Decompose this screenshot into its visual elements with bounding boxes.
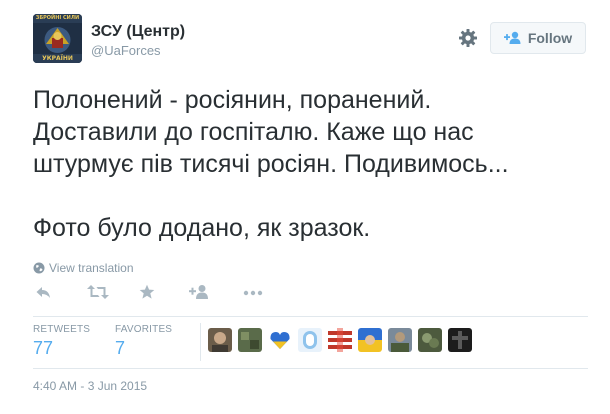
favoriter-avatar[interactable] <box>298 328 322 352</box>
follow-button[interactable]: Follow <box>490 22 586 54</box>
favorites-label: FAVORITES <box>115 324 173 335</box>
favoriter-avatar[interactable] <box>448 328 472 352</box>
favorites-count: 7 <box>115 338 126 358</box>
tweet-actions <box>33 284 293 304</box>
tweet-line: Полонений - росіянин, поранений. <box>33 86 432 114</box>
globe-icon <box>33 262 45 274</box>
profile-avatar[interactable]: ЗБРОЙНІ СИЛИ УКРАЇНИ <box>33 14 82 63</box>
add-person-icon <box>503 31 522 45</box>
tweet-timestamp[interactable]: 4:40 AM - 3 Jun 2015 <box>33 379 147 393</box>
favoriter-avatar[interactable] <box>388 328 412 352</box>
tweet-line: Фото було додано, як зразок. <box>33 214 371 242</box>
favoriter-avatar[interactable] <box>358 328 382 352</box>
retweets-label: RETWEETS <box>33 324 91 335</box>
divider <box>33 368 588 369</box>
favoriter-avatar[interactable] <box>238 328 262 352</box>
tweet-line: Доставили до госпіталю. Каже що нас <box>33 118 474 146</box>
retweet-icon[interactable] <box>87 284 109 305</box>
favoriter-avatar[interactable] <box>328 328 352 352</box>
favoriter-avatar[interactable] <box>268 328 292 352</box>
avatar-text-bottom: УКРАЇНИ <box>42 55 73 62</box>
view-translation-link[interactable]: View translation <box>33 261 134 275</box>
stats-separator <box>200 323 201 361</box>
favoriter-avatar[interactable] <box>208 328 232 352</box>
follow-label: Follow <box>527 30 573 46</box>
reply-icon[interactable] <box>35 284 51 305</box>
gear-icon[interactable] <box>457 27 479 49</box>
retweets-count: 77 <box>33 338 54 358</box>
avatar-text-top: ЗБРОЙНІ СИЛИ <box>35 15 80 21</box>
view-translation-label: View translation <box>49 261 134 275</box>
favoriter-avatar[interactable] <box>418 328 442 352</box>
follow-icon[interactable] <box>189 284 209 305</box>
tweet-line: штурмує пів тисячі росіян. Подивимось... <box>33 150 509 178</box>
retweets-stat[interactable]: RETWEETS 77 <box>33 324 90 359</box>
user-handle[interactable]: @UaForces <box>91 43 161 58</box>
favorites-stat[interactable]: FAVORITES 7 <box>115 324 172 359</box>
divider <box>33 316 588 317</box>
tweet-text: Полонений - росіянин, поранений. Достави… <box>33 84 603 244</box>
favorite-icon[interactable] <box>139 284 155 305</box>
more-icon[interactable] <box>243 284 263 305</box>
user-name[interactable]: ЗСУ (Центр) <box>91 23 185 41</box>
